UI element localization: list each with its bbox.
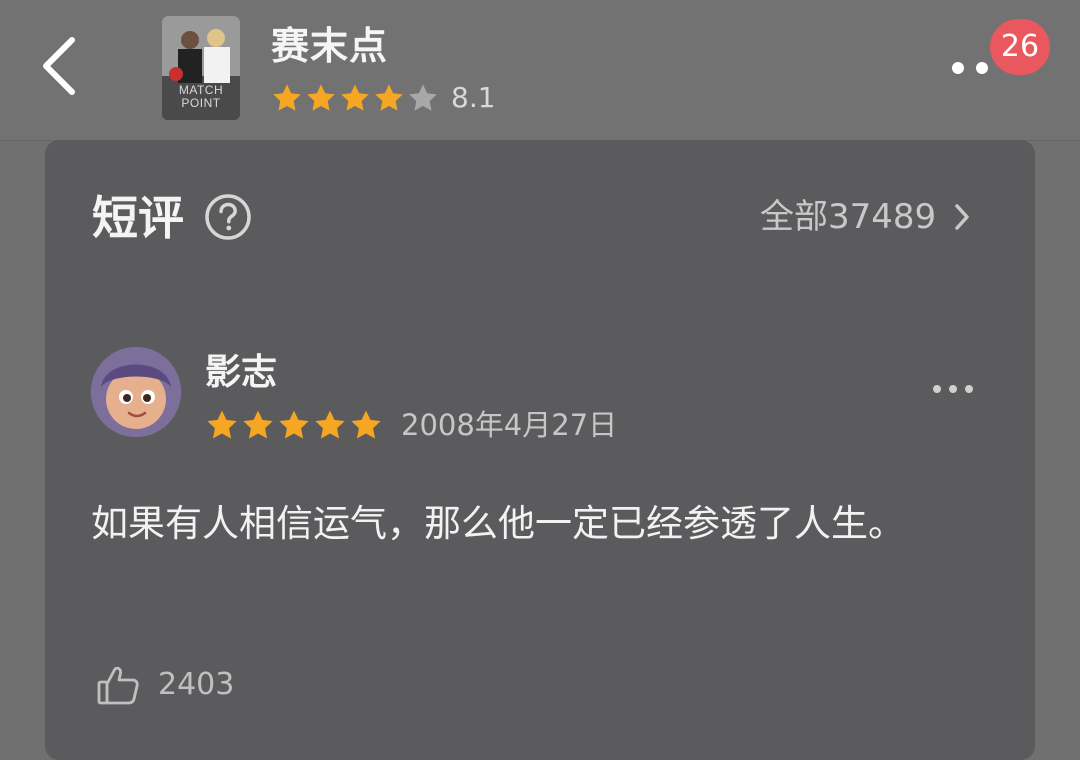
view-all-reviews-link[interactable]: 全部37489 (760, 194, 1000, 240)
like-button[interactable]: 2403 (96, 660, 234, 710)
star-filled-icon (315, 410, 345, 439)
chevron-left-icon (43, 37, 75, 95)
top-bar: MATCH POINT 赛末点 8.1 26 (0, 0, 1080, 141)
avatar[interactable] (91, 347, 181, 437)
thumbs-up-icon (97, 666, 139, 705)
star-filled-icon (243, 410, 273, 439)
back-button[interactable] (30, 30, 90, 102)
help-button[interactable] (204, 193, 252, 241)
star-filled-icon (351, 410, 381, 439)
more-dots-icon (952, 62, 988, 74)
like-count: 2403 (158, 667, 235, 702)
review-date: 2008年4月27日 (401, 408, 618, 442)
more-dots-icon (933, 385, 973, 393)
star-empty-icon (409, 84, 437, 111)
star-filled-icon (375, 84, 403, 111)
star-filled-icon (279, 410, 309, 439)
poster-title: MATCH POINT (162, 84, 240, 110)
movie-title[interactable]: 赛末点 (271, 22, 388, 70)
movie-rating: 8.1 (271, 80, 496, 116)
avatar-image (91, 347, 181, 437)
comment-more-button[interactable] (928, 378, 978, 400)
all-reviews-count: 全部37489 (760, 197, 937, 237)
movie-poster[interactable]: MATCH POINT (162, 16, 240, 120)
chevron-right-icon (955, 204, 969, 230)
section-title: 短评 (92, 191, 184, 245)
reviewer-name[interactable]: 影志 (205, 350, 277, 396)
question-icon (205, 194, 251, 240)
notification-badge[interactable]: 26 (990, 19, 1050, 75)
poster-title-line2: POINT (181, 96, 221, 110)
star-filled-icon (207, 410, 237, 439)
star-filled-icon (341, 84, 369, 111)
more-options-button[interactable] (950, 56, 994, 80)
star-filled-icon (307, 84, 335, 111)
reviewer-rating: 2008年4月27日 (205, 405, 617, 445)
review-text[interactable]: 如果有人相信运气，那么他一定已经参透了人生。 (91, 488, 1001, 560)
star-filled-icon (273, 84, 301, 111)
rating-score: 8.1 (451, 81, 496, 114)
